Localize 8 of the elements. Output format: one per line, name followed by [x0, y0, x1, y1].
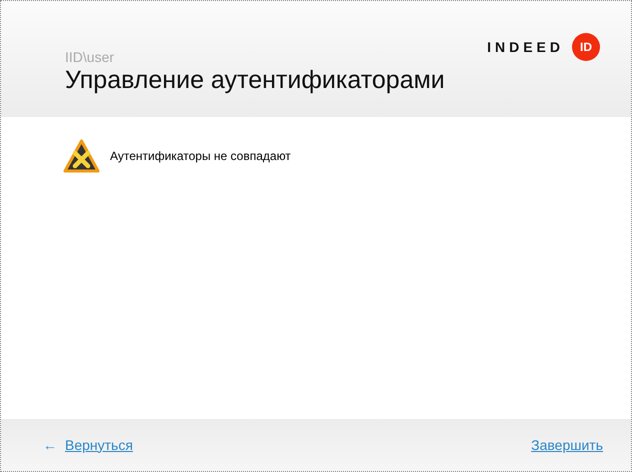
logo: INDEED ID — [487, 31, 600, 63]
back-link[interactable]: Вернуться — [65, 434, 133, 456]
finish-link[interactable]: Завершить — [531, 434, 603, 456]
message-text: Аутентификаторы не совпадают — [110, 148, 291, 165]
account-name: IID\user — [65, 49, 116, 65]
back-arrow-icon[interactable]: ← — [43, 434, 57, 456]
page-title: Управление аутентификаторами — [65, 65, 445, 95]
warning-icon — [63, 139, 100, 173]
